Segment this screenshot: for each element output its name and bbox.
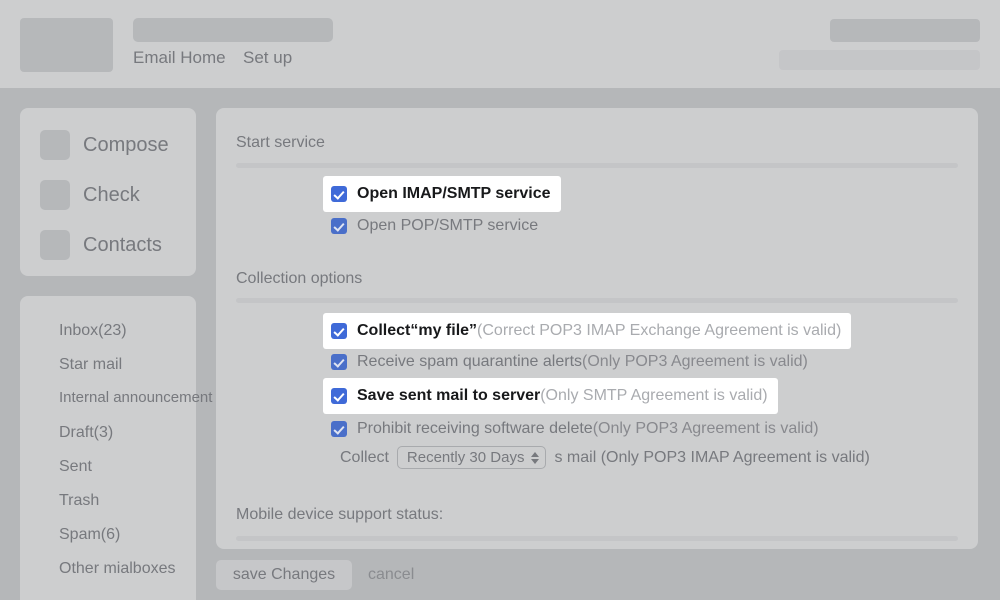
checkbox-icon[interactable]: [331, 186, 347, 202]
collect-days-select-value: Recently 30 Days: [407, 450, 525, 465]
checkbox-label: Prohibit receiving software delete: [357, 420, 593, 438]
checkbox-icon[interactable]: [331, 421, 347, 437]
checkbox-label: Collect“my file”: [357, 322, 477, 340]
sidebar-folder-trash[interactable]: Trash: [59, 492, 99, 510]
divider-mobile-device-support: [236, 536, 958, 541]
checkbox-icon[interactable]: [331, 323, 347, 339]
checkbox-note: (Correct POP3 IMAP Exchange Agreement is…: [477, 322, 841, 340]
checkbox-label: Open POP/SMTP service: [357, 217, 538, 235]
collect-days-suffix: s mail (Only POP3 IMAP Agreement is vali…: [554, 449, 869, 467]
contacts-icon: [40, 230, 70, 260]
section-title-start-service: Start service: [236, 134, 325, 152]
header-right-placeholder-primary[interactable]: [830, 19, 980, 42]
checkbox-row-open-pop-smtp[interactable]: Open POP/SMTP service: [331, 213, 538, 239]
sidebar-folder-star-mail[interactable]: Star mail: [59, 356, 122, 374]
nav-email-home[interactable]: Email Home: [133, 48, 226, 68]
stepper-arrows-icon[interactable]: [531, 452, 539, 464]
sidebar-folder-sent[interactable]: Sent: [59, 458, 92, 476]
search-input[interactable]: [133, 18, 333, 42]
section-title-collection-options: Collection options: [236, 270, 362, 288]
divider-collection-options: [236, 298, 958, 303]
sidebar-action-check[interactable]: Check: [40, 178, 140, 212]
save-changes-button[interactable]: save Changes: [216, 560, 352, 590]
checkbox-row-collect-my-file[interactable]: Collect“my file” (Correct POP3 IMAP Exch…: [323, 313, 851, 349]
sidebar-action-compose-label: Compose: [83, 134, 169, 157]
sidebar-action-contacts[interactable]: Contacts: [40, 228, 162, 262]
section-title-mobile-device-support: Mobile device support status:: [236, 506, 443, 524]
sidebar-folder-draft[interactable]: Draft(3): [59, 424, 113, 442]
sidebar-action-check-label: Check: [83, 184, 140, 207]
checkbox-label: Open IMAP/SMTP service: [357, 185, 551, 203]
collect-days-select[interactable]: Recently 30 Days: [397, 446, 547, 469]
cancel-button[interactable]: cancel: [368, 566, 414, 584]
collect-days-row: Collect Recently 30 Days s mail (Only PO…: [340, 446, 870, 469]
app-root: Email Home Set up Compose Check Contacts…: [0, 0, 1000, 600]
sidebar-action-compose[interactable]: Compose: [40, 128, 169, 162]
sidebar-action-contacts-label: Contacts: [83, 234, 162, 257]
checkbox-note: (Only SMTP Agreement is valid): [540, 387, 767, 405]
settings-panel: Start service Open IMAP/SMTP service Ope…: [216, 108, 978, 549]
sidebar-folder-spam[interactable]: Spam(6): [59, 526, 120, 544]
checkbox-row-receive-spam-quarantine-alerts[interactable]: Receive spam quarantine alerts (Only POP…: [331, 349, 808, 375]
sidebar-folders-card: Inbox(23) Star mail Internal announcemen…: [20, 296, 196, 600]
logo-placeholder[interactable]: [20, 18, 113, 72]
checkbox-label: Save sent mail to server: [357, 387, 540, 405]
checkbox-row-prohibit-receiving-software-delete[interactable]: Prohibit receiving software delete (Only…: [331, 416, 819, 442]
checkbox-row-save-sent-mail-to-server[interactable]: Save sent mail to server (Only SMTP Agre…: [323, 378, 778, 414]
compose-icon: [40, 130, 70, 160]
sidebar-actions-card: Compose Check Contacts: [20, 108, 196, 276]
checkbox-note: (Only POP3 Agreement is valid): [593, 420, 819, 438]
collect-days-prefix: Collect: [340, 449, 389, 467]
checkbox-icon[interactable]: [331, 388, 347, 404]
check-icon: [40, 180, 70, 210]
sidebar-folder-inbox[interactable]: Inbox(23): [59, 322, 127, 340]
checkbox-label: Receive spam quarantine alerts: [357, 353, 582, 371]
checkbox-row-open-imap-smtp[interactable]: Open IMAP/SMTP service: [323, 176, 561, 212]
header-right-placeholder-secondary[interactable]: [779, 50, 980, 70]
checkbox-icon[interactable]: [331, 218, 347, 234]
divider-start-service: [236, 163, 958, 168]
sidebar-folder-internal-announcement[interactable]: Internal announcement: [59, 389, 212, 406]
checkbox-note: (Only POP3 Agreement is valid): [582, 353, 808, 371]
checkbox-icon[interactable]: [331, 354, 347, 370]
sidebar-folder-other-mailboxes[interactable]: Other mialboxes: [59, 560, 176, 578]
nav-set-up[interactable]: Set up: [243, 48, 292, 68]
top-header-bar: Email Home Set up: [0, 0, 1000, 88]
